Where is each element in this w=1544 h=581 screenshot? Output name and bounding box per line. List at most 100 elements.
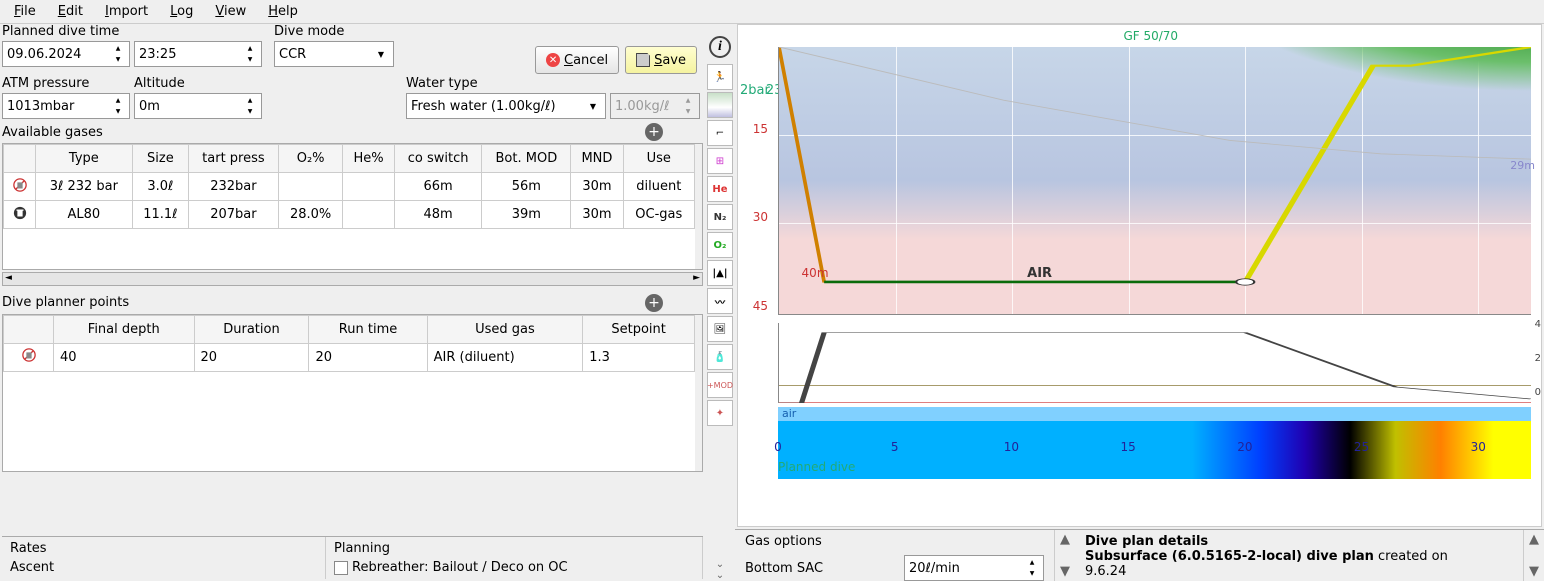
toolbar-expand-button[interactable]: ⌄⌄	[713, 559, 727, 581]
menu-help[interactable]: Help	[258, 2, 308, 21]
tool-picture-icon[interactable]: 🖼	[707, 316, 733, 342]
cell[interactable]: diluent	[623, 173, 694, 201]
time-up-icon[interactable]: ▲	[243, 43, 257, 54]
water-type-label: Water type	[406, 76, 700, 91]
cell[interactable]: AIR (diluent)	[427, 343, 583, 371]
time-down-icon[interactable]: ▼	[243, 54, 257, 65]
cell[interactable]: 40	[54, 343, 195, 371]
water-type-combo[interactable]: Fresh water (1.00kg/ℓ) ▼	[406, 93, 606, 119]
col-mnd[interactable]: MND	[571, 145, 623, 173]
col-start[interactable]: tart press	[189, 145, 279, 173]
atm-input[interactable]: 1013mbar ▲▼	[2, 93, 130, 119]
cell[interactable]: 39m	[482, 201, 571, 229]
date-up-icon[interactable]: ▲	[111, 43, 125, 54]
cell[interactable]: 1.3	[583, 343, 695, 371]
tool-person-icon[interactable]: 🏃	[707, 64, 733, 90]
tool-tank-icon[interactable]: 🧴	[707, 344, 733, 370]
tool-scale-icon[interactable]: ⊞	[707, 148, 733, 174]
time-input[interactable]: 23:25 ▲▼	[134, 41, 262, 67]
sac-up-icon[interactable]: ▲	[1025, 557, 1039, 568]
cell[interactable]: 20	[194, 343, 309, 371]
atm-up-icon[interactable]: ▲	[111, 95, 125, 106]
details-scroll[interactable]: ▲▼	[1524, 530, 1544, 581]
sac-down-icon[interactable]: ▼	[1025, 568, 1039, 579]
time-axis: 0 5 10 15 20 25 30	[778, 440, 1531, 458]
available-gases-title: Available gases	[2, 125, 103, 140]
cell[interactable]: 30m	[571, 173, 623, 201]
depth-axis: 15 30 45	[742, 47, 772, 315]
cell[interactable]	[278, 173, 343, 201]
tool-n2-icon[interactable]: N₂	[707, 204, 733, 230]
tool-o2-icon[interactable]: O₂	[707, 232, 733, 258]
cell[interactable]: 28.0%	[278, 201, 343, 229]
tool-he-icon[interactable]: He	[707, 176, 733, 202]
cell[interactable]: OC-gas	[623, 201, 694, 229]
col-setpoint[interactable]: Setpoint	[583, 315, 695, 343]
trash-icon[interactable]	[13, 206, 27, 220]
menu-import[interactable]: Import	[95, 2, 158, 21]
cell[interactable]: AL80	[36, 201, 133, 229]
col-deco[interactable]: co switch	[394, 145, 482, 173]
add-gas-button[interactable]: +	[645, 123, 663, 141]
gases-hscroll[interactable]	[2, 272, 703, 286]
tool-gradient-icon[interactable]	[707, 92, 733, 118]
info-button[interactable]: i	[709, 36, 731, 58]
cell[interactable]	[343, 201, 394, 229]
tool-corner-icon[interactable]: ⌐	[707, 120, 733, 146]
alt-down-icon[interactable]: ▼	[243, 106, 257, 117]
col-depth[interactable]: Final depth	[54, 315, 195, 343]
menu-edit[interactable]: Edit	[48, 2, 93, 21]
tool-mod-icon[interactable]: +MOD	[707, 372, 733, 398]
cell[interactable]: 48m	[394, 201, 482, 229]
cell[interactable]: 207bar	[189, 201, 279, 229]
col-duration[interactable]: Duration	[194, 315, 309, 343]
col-runtime[interactable]: Run time	[309, 315, 427, 343]
altitude-input[interactable]: 0m ▲▼	[134, 93, 262, 119]
col-use[interactable]: Use	[623, 145, 694, 173]
right-panel: GF 50/70 2bar232bar 40m AIR	[735, 22, 1544, 581]
tool-ruler-icon[interactable]: |▲|	[707, 260, 733, 286]
menu-view[interactable]: View	[205, 2, 256, 21]
date-down-icon[interactable]: ▼	[111, 54, 125, 65]
cell[interactable]: 66m	[394, 173, 482, 201]
col-type[interactable]: Type	[36, 145, 133, 173]
planned-dive-time-label: Planned dive time	[2, 24, 270, 39]
atm-down-icon[interactable]: ▼	[111, 106, 125, 117]
cell[interactable]: 30m	[571, 201, 623, 229]
cell[interactable]: 3ℓ 232 bar	[36, 173, 133, 201]
date-input[interactable]: 09.06.2024 ▲▼	[2, 41, 130, 67]
gas-row[interactable]: AL80 11.1ℓ 207bar 28.0% 48m 39m 30m OC-g…	[4, 201, 695, 229]
trash-disabled-icon[interactable]	[13, 178, 27, 192]
gas-options-scroll[interactable]: ▲▼	[1055, 530, 1075, 581]
cell[interactable]: 20	[309, 343, 427, 371]
cell[interactable]: 56m	[482, 173, 571, 201]
add-point-button[interactable]: +	[645, 294, 663, 312]
trash-disabled-icon[interactable]	[22, 348, 36, 362]
col-size[interactable]: Size	[132, 145, 188, 173]
gas-row[interactable]: 3ℓ 232 bar 3.0ℓ 232bar 66m 56m 30m dilue…	[4, 173, 695, 201]
cell[interactable]	[343, 173, 394, 201]
planner-panel: Planned dive time 09.06.2024 ▲▼ 23:25 ▲▼…	[0, 22, 705, 581]
bottom-sac-input[interactable]: 20ℓ/min ▲▼	[904, 555, 1044, 581]
menu-log[interactable]: Log	[160, 2, 203, 21]
alt-up-icon[interactable]: ▲	[243, 95, 257, 106]
planner-points-title: Dive planner points	[2, 295, 129, 310]
gas-options-title: Gas options	[745, 534, 1044, 549]
col-mod[interactable]: Bot. MOD	[482, 145, 571, 173]
col-he[interactable]: He%	[343, 145, 394, 173]
save-button[interactable]: Save	[625, 46, 697, 74]
col-usedgas[interactable]: Used gas	[427, 315, 583, 343]
rebreather-checkbox[interactable]: Rebreather: Bailout / Deco on OC	[334, 560, 694, 575]
point-row[interactable]: 40 20 20 AIR (diluent) 1.3	[4, 343, 695, 371]
menu-file[interactable]: File	[4, 2, 46, 21]
cell[interactable]: 3.0ℓ	[132, 173, 188, 201]
dive-mode-combo[interactable]: CCR ▼	[274, 41, 394, 67]
tool-saw-icon[interactable]: 〰	[707, 288, 733, 314]
cancel-button[interactable]: ✕ Cancel	[535, 46, 619, 74]
col-o2[interactable]: O₂%	[278, 145, 343, 173]
cell[interactable]: 232bar	[189, 173, 279, 201]
tool-tissue-icon[interactable]: ✦	[707, 400, 733, 426]
gases-table: Type Size tart press O₂% He% co switch B…	[2, 143, 703, 270]
cell[interactable]: 11.1ℓ	[132, 201, 188, 229]
dive-profile-chart[interactable]: GF 50/70 2bar232bar 40m AIR	[737, 24, 1542, 527]
